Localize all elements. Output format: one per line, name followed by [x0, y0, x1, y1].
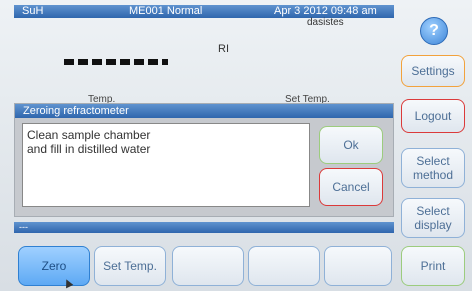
ri-value-dashes [64, 59, 168, 65]
status-bar: --- [14, 222, 394, 233]
set-temp-button[interactable]: Set Temp. [94, 246, 166, 286]
user-label: SuH [22, 5, 44, 17]
select-display-button[interactable]: Select display [401, 198, 465, 238]
cancel-button[interactable]: Cancel [319, 168, 383, 206]
settings-button[interactable]: Settings [401, 55, 465, 87]
dialog-title: Zeroing refractometer [23, 105, 129, 117]
status-text: --- [19, 222, 28, 232]
zeroing-dialog: Zeroing refractometer Clean sample chamb… [14, 103, 394, 217]
help-button[interactable]: ? [420, 17, 448, 45]
empty-button-2[interactable] [248, 246, 320, 286]
ok-button[interactable]: Ok [319, 126, 383, 164]
empty-button-3[interactable] [324, 246, 392, 286]
message-line-2: and fill in distilled water [27, 142, 151, 156]
dialog-title-bar: Zeroing refractometer [15, 104, 393, 118]
dialog-message: Clean sample chamber and fill in distill… [22, 123, 310, 207]
empty-button-1[interactable] [172, 246, 244, 286]
zero-button[interactable]: Zero [18, 246, 90, 286]
print-button[interactable]: Print [401, 246, 465, 286]
subtitle-text: dasistes [307, 17, 344, 28]
method-status: ME001 Normal [129, 5, 203, 17]
message-line-1: Clean sample chamber [27, 128, 151, 142]
logout-button[interactable]: Logout [401, 99, 465, 133]
ri-label: RI [218, 43, 229, 55]
instrument-screen: SuH ME001 Normal Apr 3 2012 09:48 am das… [0, 0, 472, 291]
select-method-button[interactable]: Select method [401, 148, 465, 188]
